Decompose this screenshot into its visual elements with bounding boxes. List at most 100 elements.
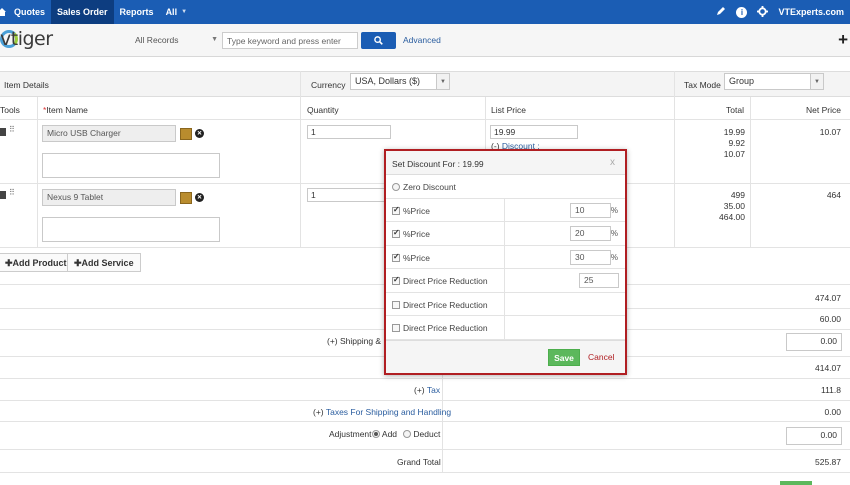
percent-discount-checkbox[interactable]: %Price xyxy=(392,252,430,263)
adjustment-label: Adjustment xyxy=(329,429,372,439)
divider xyxy=(504,245,505,269)
search-input[interactable]: Type keyword and press enter xyxy=(222,32,358,49)
tax-value: 111.8 xyxy=(820,385,841,395)
item-description-textarea[interactable] xyxy=(42,153,220,178)
discount-modal: Set Discount For : 19.99 x Zero Discount… xyxy=(384,149,627,375)
percent-discount-row: %Price 10 % xyxy=(386,198,625,222)
site-name[interactable]: VTExperts.com xyxy=(778,7,844,17)
drag-handle-icon[interactable]: ⠿ xyxy=(9,125,15,134)
trash-icon[interactable] xyxy=(0,191,6,199)
item-name-input[interactable]: Nexus 9 Tablet xyxy=(42,189,176,206)
gear-icon[interactable] xyxy=(757,5,769,19)
adjustment-input[interactable]: 0.00 xyxy=(786,427,842,445)
radio-icon xyxy=(392,183,400,191)
modal-header: Set Discount For : 19.99 x xyxy=(386,151,625,175)
shipping-input[interactable]: 0.00 xyxy=(786,333,842,351)
col-tools: Tools xyxy=(0,105,20,115)
checkbox-icon xyxy=(392,228,400,238)
divider xyxy=(300,97,301,247)
currency-select[interactable]: USA, Dollars ($) ▼ xyxy=(350,73,450,90)
checkbox-icon xyxy=(392,300,400,309)
help-icon[interactable]: i xyxy=(736,6,748,18)
product-lookup-icon[interactable] xyxy=(180,192,192,204)
plus-icon: ✚ xyxy=(74,258,82,268)
percent-suffix: % xyxy=(610,205,618,215)
shipping-tax-value: 0.00 xyxy=(824,407,841,417)
divider xyxy=(0,119,850,120)
percent-discount-input[interactable]: 10 xyxy=(570,202,611,218)
direct-reduction-checkbox[interactable]: Direct Price Reduction xyxy=(392,323,488,333)
nav-sales-order[interactable]: Sales Order xyxy=(51,0,114,24)
direct-reduction-input[interactable]: 25 xyxy=(579,273,619,288)
divider xyxy=(0,421,850,422)
divider xyxy=(504,198,505,222)
advanced-search-link[interactable]: Advanced xyxy=(403,35,441,45)
clear-icon[interactable]: ✕ xyxy=(195,193,204,202)
list-price-input[interactable]: 19.99 xyxy=(490,125,578,139)
vtiger-logo[interactable]: vtiger xyxy=(0,28,53,50)
caret-down-icon: ▼ xyxy=(436,74,449,89)
checkbox-icon xyxy=(392,275,400,285)
direct-reduction-row: Direct Price Reduction xyxy=(386,292,625,316)
home-icon[interactable] xyxy=(0,0,8,24)
percent-suffix: % xyxy=(610,252,618,262)
nav-reports[interactable]: Reports xyxy=(114,0,160,24)
search-button[interactable] xyxy=(361,32,396,49)
item-name-input[interactable]: Micro USB Charger xyxy=(42,125,176,142)
divider xyxy=(674,97,675,247)
divider xyxy=(504,292,505,316)
tax-mode-select[interactable]: Group ▼ xyxy=(724,73,824,90)
direct-reduction-row: Direct Price Reduction xyxy=(386,316,625,340)
item-description-textarea[interactable] xyxy=(42,217,220,242)
percent-discount-checkbox[interactable]: %Price xyxy=(392,228,430,239)
chevron-down-icon: ▼ xyxy=(181,9,188,15)
top-nav: Quotes Sales Order Reports All ▼ i VTExpe… xyxy=(0,0,850,24)
caret-down-icon: ▼ xyxy=(810,74,823,89)
col-total: Total xyxy=(726,105,744,115)
records-select[interactable]: All Records ▼ xyxy=(130,32,222,49)
col-item-name: *Item Name xyxy=(43,105,88,115)
cancel-button[interactable]: Cancel xyxy=(588,352,614,362)
percent-discount-checkbox[interactable]: %Price xyxy=(392,205,430,216)
shipping-tax-link[interactable]: (+) Taxes For Shipping and Handling xyxy=(313,407,451,417)
save-button-bottom[interactable] xyxy=(780,481,812,485)
add-product-button[interactable]: ✚Add Product xyxy=(0,253,74,272)
currency-label: Currency xyxy=(311,80,346,90)
radio-icon xyxy=(403,430,411,438)
nav-all[interactable]: All ▼ xyxy=(160,0,193,24)
nav-quotes[interactable]: Quotes xyxy=(8,0,51,24)
divider xyxy=(750,97,751,247)
percent-discount-input[interactable]: 20 xyxy=(570,226,611,241)
items-total-value: 474.07 xyxy=(815,293,841,303)
close-icon[interactable]: x xyxy=(610,157,615,168)
save-button[interactable]: Save xyxy=(548,349,580,366)
sub-header: vtiger All Records ▼ Type keyword and pr… xyxy=(0,24,850,57)
trash-icon[interactable] xyxy=(0,128,6,136)
direct-reduction-checkbox[interactable]: Direct Price Reduction xyxy=(392,300,488,310)
divider xyxy=(504,222,505,245)
clear-icon[interactable]: ✕ xyxy=(195,129,204,138)
pencil-icon[interactable] xyxy=(716,6,726,18)
checkbox-icon xyxy=(392,205,400,215)
quantity-input[interactable]: 1 xyxy=(307,188,391,202)
discount-value: 60.00 xyxy=(819,314,841,324)
plus-icon[interactable]: + xyxy=(838,30,848,50)
divider xyxy=(300,71,301,97)
tax-link[interactable]: (+) Tax xyxy=(414,385,440,395)
direct-reduction-checkbox[interactable]: Direct Price Reduction xyxy=(392,275,488,286)
radio-icon xyxy=(372,430,380,438)
tax-mode-label: Tax Mode xyxy=(684,80,721,90)
divider xyxy=(674,71,675,97)
row-after-discount: 464.00 xyxy=(719,212,745,222)
drag-handle-icon[interactable]: ⠿ xyxy=(9,188,15,197)
adjustment-add-radio[interactable]: Add xyxy=(372,429,397,439)
quantity-input[interactable]: 1 xyxy=(307,125,391,139)
item-details-title: Item Details xyxy=(4,80,49,90)
adjustment-deduct-radio[interactable]: Deduct xyxy=(403,429,440,439)
col-net-price: Net Price xyxy=(806,105,841,115)
product-lookup-icon[interactable] xyxy=(180,128,192,140)
zero-discount-option[interactable]: Zero Discount xyxy=(392,182,456,192)
add-service-button[interactable]: ✚Add Service xyxy=(67,253,141,272)
percent-discount-input[interactable]: 30 xyxy=(570,249,611,265)
divider xyxy=(37,97,38,247)
